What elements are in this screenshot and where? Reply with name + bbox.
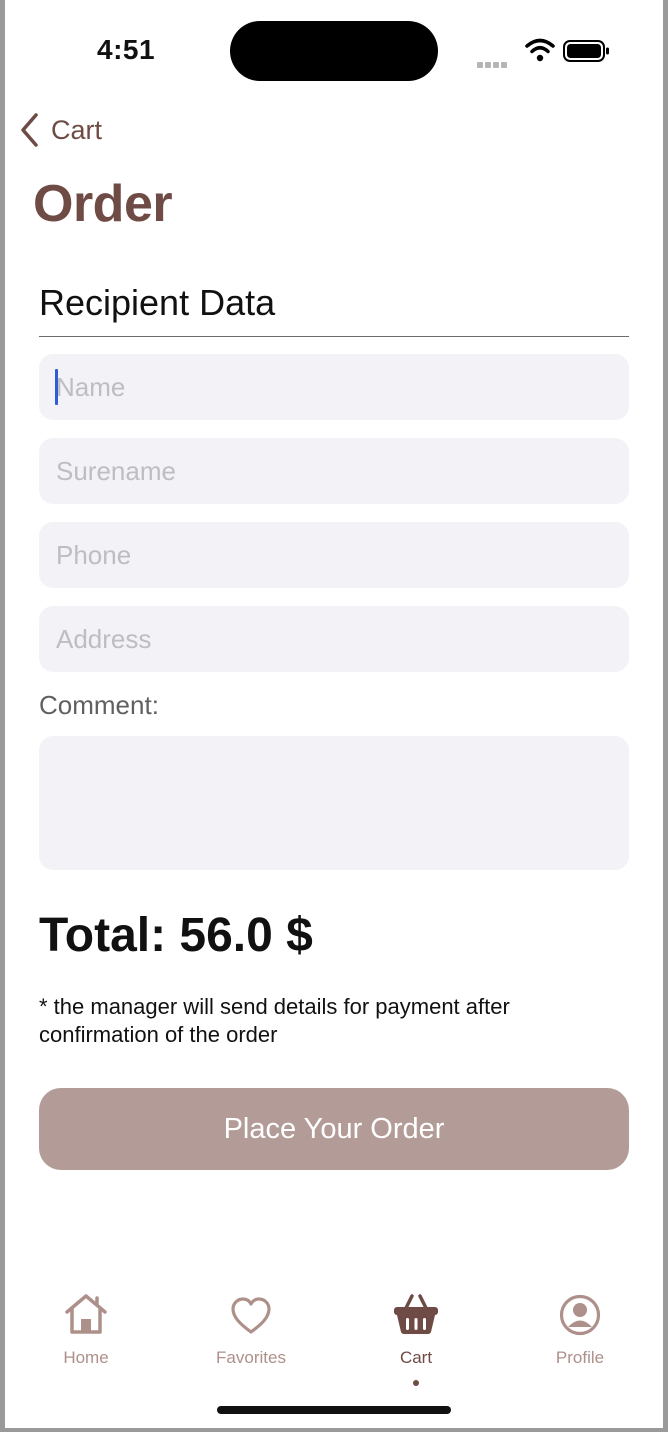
tab-label-favorites: Favorites xyxy=(216,1348,286,1367)
tab-favorites[interactable]: Favorites xyxy=(191,1290,311,1368)
wifi-icon xyxy=(525,38,555,62)
comment-label: Comment: xyxy=(39,690,159,720)
tab-bar: Home Favorites Cart Profile xyxy=(5,1290,663,1400)
tab-profile[interactable]: Profile xyxy=(520,1290,640,1368)
status-time: 4:51 xyxy=(97,34,156,65)
name-input[interactable] xyxy=(39,354,629,420)
page-title: Order xyxy=(33,175,173,233)
heart-icon xyxy=(231,1297,271,1334)
tab-label-profile: Profile xyxy=(555,1348,605,1367)
address-field[interactable] xyxy=(39,606,629,672)
tab-label-cart: Cart xyxy=(399,1348,433,1367)
back-label: Cart xyxy=(51,114,103,145)
chevron-left-icon xyxy=(21,113,38,147)
phone-input[interactable] xyxy=(39,522,629,588)
basket-icon xyxy=(394,1294,438,1334)
order-total: Total: 56.0 $ xyxy=(39,909,313,962)
address-input[interactable] xyxy=(39,606,629,672)
comment-field[interactable] xyxy=(39,736,629,870)
surname-field[interactable] xyxy=(39,438,629,504)
section-title: Recipient Data xyxy=(39,282,276,323)
payment-note: * the manager will send details for paym… xyxy=(39,994,510,1047)
section-divider xyxy=(39,336,629,337)
dynamic-island xyxy=(230,21,438,81)
name-field[interactable] xyxy=(39,354,629,420)
tab-label-home: Home xyxy=(63,1348,109,1367)
comment-textarea[interactable] xyxy=(39,736,629,870)
text-cursor xyxy=(55,369,58,405)
active-tab-indicator xyxy=(413,1380,419,1386)
home-icon xyxy=(65,1294,107,1334)
cellular-signal-icon xyxy=(477,55,509,73)
back-button[interactable]: Cart xyxy=(19,108,102,152)
surname-input[interactable] xyxy=(39,438,629,504)
tab-home[interactable]: Home xyxy=(26,1290,146,1368)
status-bar: 4:51 xyxy=(5,0,663,100)
profile-icon xyxy=(559,1294,601,1336)
home-indicator xyxy=(217,1406,451,1414)
status-icons xyxy=(475,36,625,68)
tab-cart[interactable]: Cart xyxy=(356,1290,476,1386)
place-order-button[interactable]: Place Your Order xyxy=(39,1088,629,1170)
battery-icon xyxy=(563,40,609,62)
phone-field[interactable] xyxy=(39,522,629,588)
phone-screen: 4:51 Cart Order Recipient Data Name Sure… xyxy=(5,0,663,1428)
